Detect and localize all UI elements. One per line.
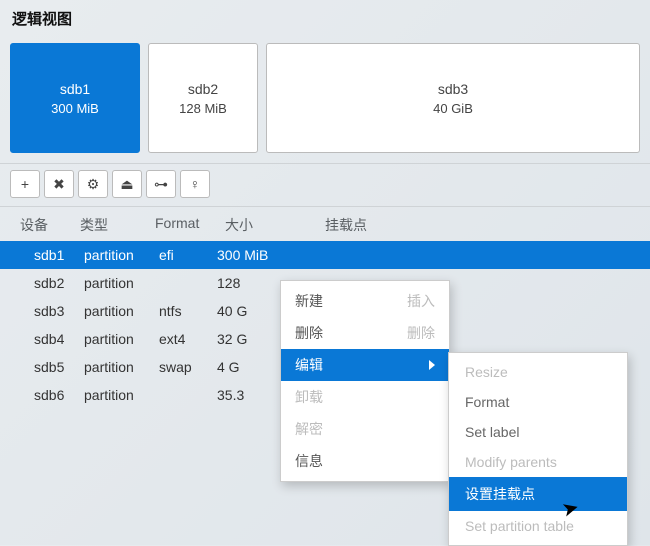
menu-edit[interactable]: 编辑 [281,349,449,381]
view-title: 逻辑视图 [12,11,72,28]
submenu-set-partition-table[interactable]: Set partition table [449,511,627,541]
partition-block-size: 40 GiB [433,101,473,116]
col-mount: 挂载点 [295,215,638,235]
partition-bar: sdb1 300 MiB sdb2 128 MiB sdb3 40 GiB [0,37,650,163]
cell-type: partition [84,359,159,375]
context-menu: 新建 插入 删除 删除 编辑 卸载 解密 信息 [280,280,450,482]
eject-button[interactable]: ⏏ [112,170,142,198]
menu-delete-right-label: 删除 [407,323,435,343]
add-button[interactable]: + [10,170,40,198]
menu-info-label: 信息 [295,451,323,471]
eject-icon: ⏏ [120,176,133,193]
cell-size: 128 [217,275,287,291]
settings-button[interactable]: ⚙ [78,170,108,198]
key-icon: ⊶ [154,176,168,193]
menu-unmount[interactable]: 卸载 [281,381,449,413]
cell-device: sdb5 [34,359,84,375]
cell-format: ext4 [159,331,217,347]
submenu-set-mount-label: 设置挂载点 [465,486,535,502]
col-format: Format [155,215,225,235]
close-icon: ✖ [53,176,65,193]
hint-button[interactable]: ♀ [180,170,210,198]
submenu-set-partition-table-label: Set partition table [465,518,574,534]
menu-delete-label: 删除 [295,323,323,343]
menu-decrypt-label: 解密 [295,419,323,439]
partition-block-size: 300 MiB [51,101,99,116]
col-type: 类型 [80,215,155,235]
submenu-modify-parents[interactable]: Modify parents [449,447,627,477]
submenu-set-mount[interactable]: 设置挂载点 [449,477,627,511]
cell-type: partition [84,387,159,403]
submenu-set-label[interactable]: Set label [449,417,627,447]
partition-block-sdb2[interactable]: sdb2 128 MiB [148,43,258,153]
cell-size: 32 G [217,331,287,347]
cell-type: partition [84,303,159,319]
cell-format: ntfs [159,303,217,319]
lock-button[interactable]: ⊶ [146,170,176,198]
partition-block-sdb1[interactable]: sdb1 300 MiB [10,43,140,153]
cell-size: 300 MiB [217,247,287,263]
table-header: 设备 类型 Format 大小 挂载点 [0,207,650,241]
remove-button[interactable]: ✖ [44,170,74,198]
menu-new[interactable]: 新建 插入 [281,285,449,317]
cell-device: sdb6 [34,387,84,403]
col-device: 设备 [20,215,80,235]
cell-type: partition [84,247,159,263]
view-header: 逻辑视图 [0,0,650,37]
submenu-resize-label: Resize [465,364,508,380]
partition-block-name: sdb3 [438,81,468,97]
partition-block-size: 128 MiB [179,101,227,116]
submenu-format[interactable]: Format [449,387,627,417]
col-size: 大小 [225,215,295,235]
bulb-icon: ♀ [190,176,201,192]
menu-new-label: 新建 [295,291,323,311]
submenu-resize[interactable]: Resize [449,357,627,387]
submenu-modify-parents-label: Modify parents [465,454,557,470]
cell-size: 4 G [217,359,287,375]
plus-icon: + [21,176,29,192]
menu-insert-label: 插入 [407,291,435,311]
partition-block-name: sdb2 [188,81,218,97]
table-row[interactable]: sdb1 partition efi 300 MiB [0,241,650,269]
cell-type: partition [84,331,159,347]
cell-type: partition [84,275,159,291]
cell-device: sdb3 [34,303,84,319]
cell-size: 35.3 [217,387,287,403]
submenu-set-label-label: Set label [465,424,519,440]
menu-decrypt[interactable]: 解密 [281,413,449,445]
edit-submenu: Resize Format Set label Modify parents 设… [448,352,628,546]
submenu-format-label: Format [465,394,509,410]
menu-unmount-label: 卸载 [295,387,323,407]
toolbar: + ✖ ⚙ ⏏ ⊶ ♀ [0,163,650,207]
chevron-right-icon [429,360,435,370]
partition-block-sdb3[interactable]: sdb3 40 GiB [266,43,640,153]
menu-delete[interactable]: 删除 删除 [281,317,449,349]
gear-icon: ⚙ [87,176,100,193]
cell-device: sdb2 [34,275,84,291]
partition-block-name: sdb1 [60,81,90,97]
menu-info[interactable]: 信息 [281,445,449,477]
cell-device: sdb1 [34,247,84,263]
cell-device: sdb4 [34,331,84,347]
cell-format: swap [159,359,217,375]
menu-edit-label: 编辑 [295,355,323,375]
cell-format: efi [159,247,217,263]
cell-size: 40 G [217,303,287,319]
